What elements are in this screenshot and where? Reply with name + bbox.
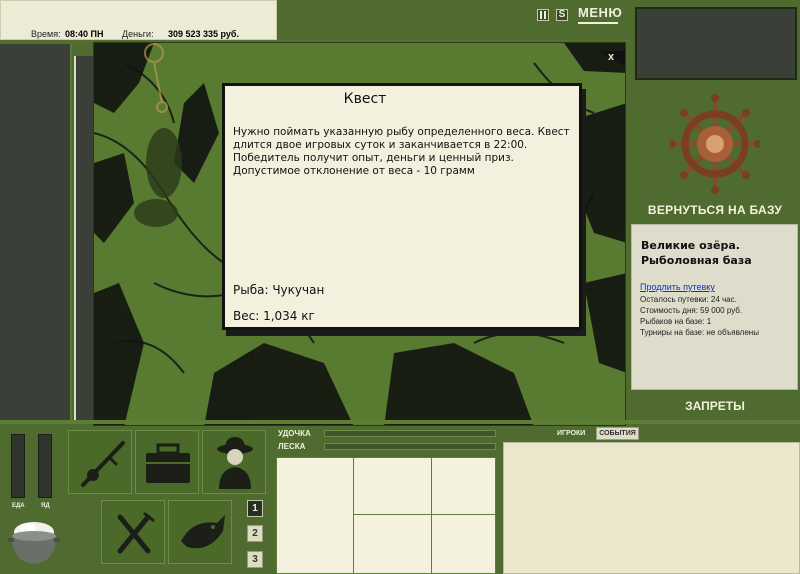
money-label: Деньги: — [122, 29, 154, 39]
left-panel — [0, 44, 72, 420]
base-info-panel: Великие озёра. Рыболовная база Продлить … — [631, 224, 798, 390]
tackle-box-slot[interactable] — [135, 430, 199, 494]
status-bar: Время: 08:40 ПН Деньги: 309 523 335 руб. — [0, 0, 277, 40]
poison-meter — [38, 434, 52, 498]
tab-players[interactable]: ИГРОКИ — [557, 430, 585, 437]
knife-fork-icon — [117, 511, 155, 554]
time-value: 08:40 ПН — [65, 29, 104, 39]
fish-slot[interactable] — [168, 500, 232, 564]
rod-bar — [324, 430, 496, 437]
grid-cell[interactable] — [353, 514, 432, 574]
quest-dialog: x Квест Нужно поймать указанную рыбу опр… — [93, 42, 626, 426]
poison-label: ЯД — [41, 503, 50, 509]
close-button[interactable]: x — [604, 51, 618, 65]
sound-icon[interactable]: S — [556, 9, 568, 21]
food-label: ЕДА — [12, 503, 25, 509]
grid-cell[interactable] — [431, 514, 496, 574]
page-button-2[interactable]: 2 — [247, 525, 263, 542]
food-slot[interactable] — [101, 500, 165, 564]
quest-fish: Рыба: Чукучан — [233, 283, 325, 297]
return-to-base-button[interactable]: ВЕРНУТЬСЯ НА БАЗУ — [630, 203, 800, 217]
quest-title: Квест — [343, 91, 387, 107]
line-bar — [324, 443, 496, 450]
pot-icon[interactable] — [8, 518, 60, 568]
money-value: 309 523 335 руб. — [168, 29, 239, 39]
pause-icon[interactable] — [537, 9, 549, 21]
base-title: Великие озёра. Рыболовная база — [641, 239, 752, 267]
grid-cell[interactable] — [431, 457, 496, 515]
food-meter — [11, 434, 25, 498]
grid-cell[interactable] — [276, 457, 354, 574]
day-cost: Стоимость дня: 59 000 руб. — [640, 306, 743, 315]
quest-weight: Вес: 1,034 кг — [233, 309, 315, 323]
left-panel-inner — [74, 56, 94, 420]
menu-button[interactable]: МЕНЮ — [578, 5, 622, 20]
rod-slot[interactable] — [68, 430, 132, 494]
wheel-area — [630, 90, 800, 220]
bans-button[interactable]: ЗАПРЕТЫ — [630, 399, 800, 413]
events-panel — [503, 442, 800, 574]
bottom-divider — [0, 420, 800, 424]
ship-wheel-icon[interactable] — [670, 94, 760, 194]
tab-events[interactable]: СОБЫТИЯ — [596, 427, 639, 440]
menu-underline — [578, 22, 618, 24]
quest-description: Нужно поймать указанную рыбу определенно… — [233, 126, 570, 177]
fish-icon — [181, 515, 225, 549]
time-label: Время: — [31, 29, 61, 39]
quest-card: Квест Нужно поймать указанную рыбу опред… — [222, 83, 582, 330]
fishing-rod-icon — [81, 441, 125, 487]
anglers-count: Рыбаков на базе: 1 — [640, 317, 712, 326]
character-slot[interactable] — [202, 430, 266, 494]
tournaments-status: Турниры на базе: не объявлены — [640, 328, 759, 337]
line-label: ЛЕСКА — [278, 442, 306, 451]
rod-label: УДОЧКА — [278, 429, 311, 438]
cage-grid — [276, 457, 496, 574]
permit-remaining: Осталось путевки: 24 час. — [640, 295, 737, 304]
grid-cell[interactable] — [353, 457, 432, 515]
extend-permit-link[interactable]: Продлить путевку — [640, 282, 715, 292]
page-button-3[interactable]: 3 — [247, 551, 263, 568]
fisherman-icon — [217, 437, 253, 489]
minimap[interactable] — [635, 7, 797, 80]
page-button-1[interactable]: 1 — [247, 500, 263, 517]
tackle-box-icon — [146, 443, 190, 483]
